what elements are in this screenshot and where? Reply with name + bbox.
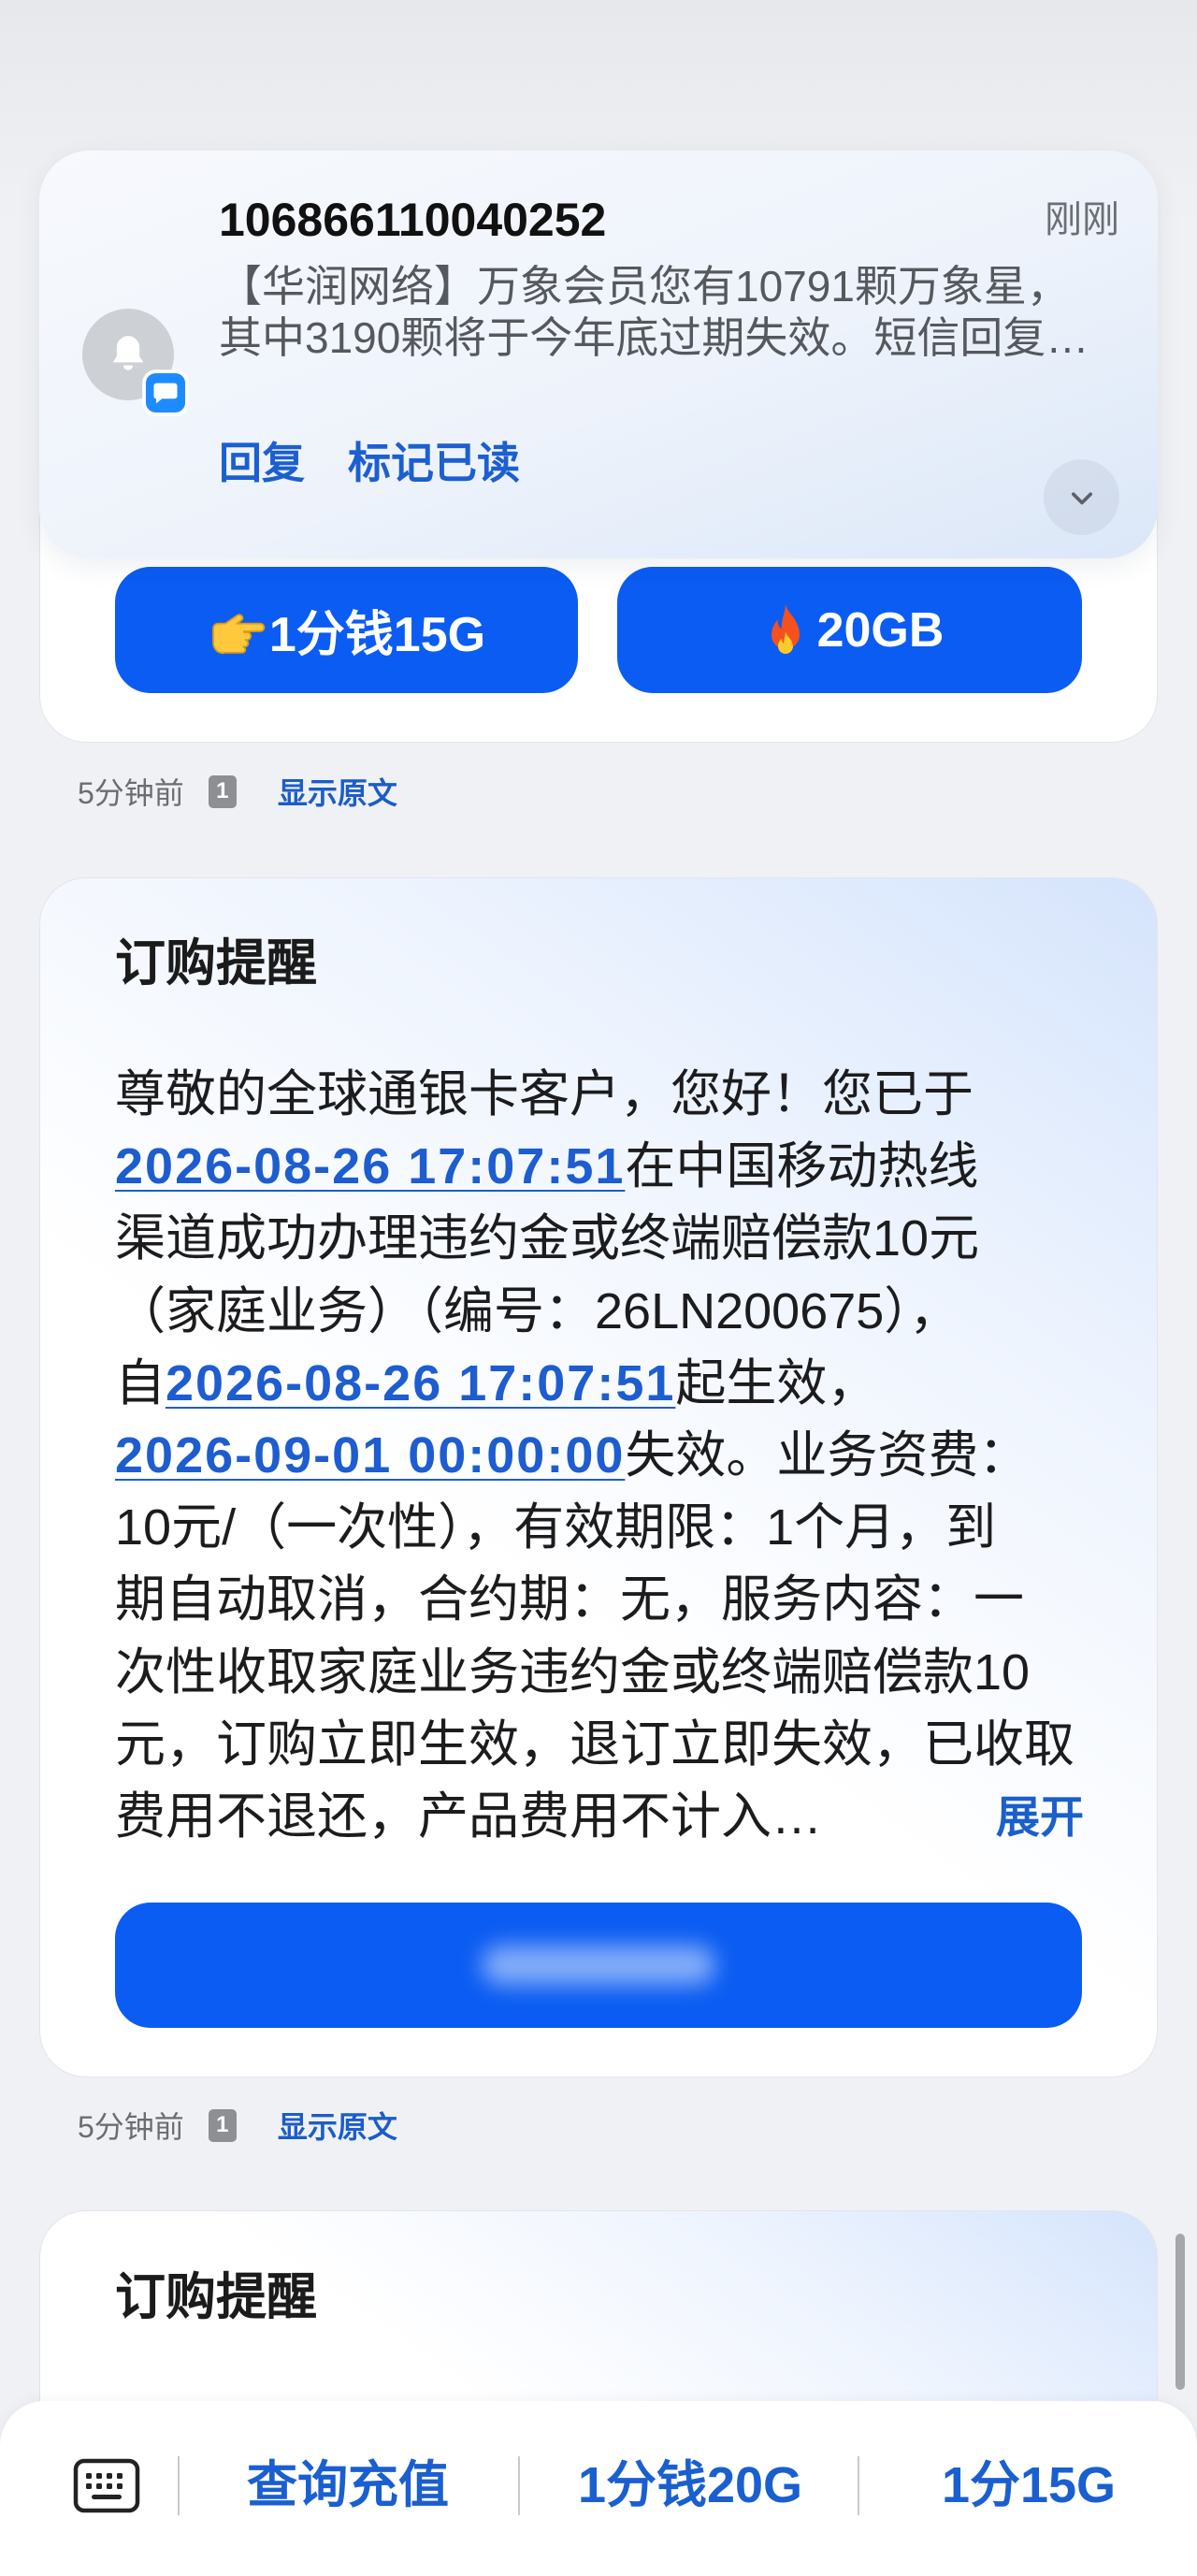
order-reminder-card: 订购提醒 尊敬的全球通银卡客户，您好！您已于 2026-08-26 17:07:… (39, 877, 1158, 2077)
body-line: 2026-09-01 00:00:00失效。业务资费： (115, 1420, 1084, 1492)
promo-button-20gb[interactable]: 20GB (617, 567, 1082, 693)
quick-reply-bar: 查询充值 1分钱20G 1分15G (0, 2401, 1197, 2576)
pointing-hand-icon (211, 613, 266, 654)
expand-link[interactable]: 展开 (996, 1781, 1084, 1853)
fire-icon (771, 603, 800, 654)
body-text: 起生效， (675, 1354, 878, 1411)
divider (518, 2456, 520, 2515)
mark-read-button[interactable]: 标记已读 (348, 435, 520, 491)
keyboard-icon (73, 2458, 140, 2513)
message-icon (142, 369, 189, 416)
sim-badge: 1 (208, 2108, 237, 2142)
body-text: 费用不退还，产品费用不计入… (115, 1787, 822, 1845)
notification-message-line: 【华润网络】万象会员您有10791颗万象星， (219, 262, 1070, 311)
body-text: （家庭业务）（编号：26LN200675）， (115, 1282, 960, 1339)
keyboard-toggle-button[interactable] (73, 2455, 140, 2516)
promo-button-label: 1分钱15G (268, 608, 486, 662)
quick-reply-20g[interactable]: 1分钱20G (541, 2453, 840, 2518)
card-action-button[interactable] (115, 1903, 1082, 2028)
body-line: 次性收取家庭业务违约金或终端赔偿款10 (115, 1637, 1084, 1709)
card-title: 订购提醒 (115, 2269, 317, 2325)
message-timestamp: 5分钟前 (78, 776, 184, 810)
quick-reply-query-recharge[interactable]: 查询充值 (198, 2453, 498, 2518)
body-text: 10元/（一次性），有效期限：1个月，到 (115, 1499, 997, 1556)
scrollbar[interactable] (1175, 2234, 1185, 2390)
reply-button[interactable]: 回复 (219, 435, 305, 491)
body-line: 自2026-08-26 17:07:51起生效， (115, 1348, 1084, 1420)
chevron-down-icon (1071, 492, 1092, 504)
message-timestamp: 5分钟前 (78, 2110, 184, 2144)
notification-time: 刚刚 (1045, 199, 1119, 240)
notification-message-line: 其中3190颗将于今年底过期失效。短信回复… (219, 313, 1089, 362)
body-text: 自 (115, 1354, 166, 1411)
body-line: 尊敬的全球通银卡客户，您好！您已于 (115, 1059, 1084, 1131)
divider (178, 2456, 180, 2515)
notification-sender: 106866110040252 (219, 194, 607, 246)
expand-notification-button[interactable] (1044, 459, 1119, 535)
body-line: （家庭业务）（编号：26LN200675）， (115, 1276, 1084, 1348)
date-link[interactable]: 2026-09-01 00:00:00 (115, 1427, 625, 1483)
promo-button-label: 20GB (816, 602, 945, 658)
body-text: 次性收取家庭业务违约金或终端赔偿款10 (115, 1643, 1031, 1700)
date-link[interactable]: 2026-08-26 17:07:51 (115, 1138, 625, 1194)
body-line: 10元/（一次性），有效期限：1个月，到 (115, 1492, 1084, 1564)
show-original-link[interactable]: 显示原文 (278, 770, 397, 813)
message-meta-row: 5分钟前 1 显示原文 (78, 2102, 397, 2149)
body-text: 渠道成功办理违约金或终端赔偿款10元 (115, 1210, 980, 1267)
sim-badge: 1 (208, 774, 237, 808)
body-text: 期自动取消，合约期：无，服务内容：一 (115, 1571, 1024, 1628)
body-line: 期自动取消，合约期：无，服务内容：一 (115, 1564, 1084, 1636)
body-line: 费用不退还，产品费用不计入… 展开 (115, 1781, 1084, 1853)
card-title: 订购提醒 (115, 935, 317, 991)
message-meta-row: 5分钟前 1 显示原文 (78, 768, 397, 815)
body-text: 尊敬的全球通银卡客户，您好！您已于 (115, 1066, 973, 1122)
body-text: 在中国移动热线 (625, 1138, 979, 1195)
show-original-link[interactable]: 显示原文 (278, 2104, 397, 2147)
body-text: 元，订购立即生效，退订立即失效，已收取 (115, 1715, 1074, 1773)
blurred-button-label (482, 1946, 715, 1985)
message-app-badge (142, 369, 189, 416)
divider (858, 2456, 859, 2515)
sms-notification-banner[interactable]: 106866110040252 刚刚 【华润网络】万象会员您有10791颗万象星… (39, 151, 1158, 558)
promo-button-15g[interactable]: 1分钱15G (115, 567, 578, 693)
body-line: 元，订购立即生效，退订立即失效，已收取 (115, 1709, 1084, 1781)
body-text: 失效。业务资费： (625, 1426, 1030, 1483)
date-link[interactable]: 2026-08-26 17:07:51 (166, 1355, 675, 1411)
body-line: 渠道成功办理违约金或终端赔偿款10元 (115, 1203, 1084, 1275)
quick-reply-15g[interactable]: 1分15G (879, 2453, 1178, 2518)
body-line: 2026-08-26 17:07:51在中国移动热线 (115, 1131, 1084, 1203)
card-body: 尊敬的全球通银卡客户，您好！您已于 2026-08-26 17:07:51在中国… (115, 1059, 1084, 1853)
